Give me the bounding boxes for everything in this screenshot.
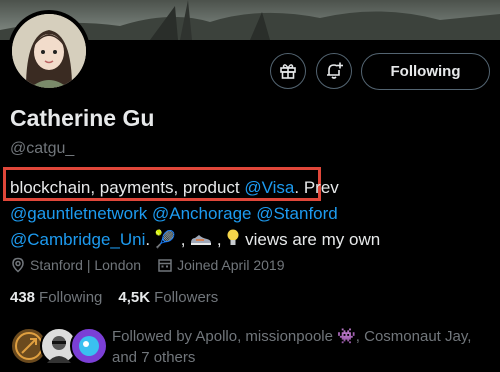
profile-meta: Stanford | London Joined April 2019 — [10, 257, 300, 273]
bio-text: . Prev — [294, 178, 339, 197]
display-name: Catherine Gu — [10, 105, 155, 131]
followers-label[interactable]: Followers — [154, 289, 218, 306]
bio-line-3: @Cambridge_Uni. 🎾 , , views are my own — [10, 227, 490, 253]
bio: blockchain, payments, product @Visa. Pre… — [10, 175, 490, 253]
follow-stats: 438 Following 4,5K Followers — [10, 289, 234, 306]
followed-by-text[interactable]: Followed by Apollo, missionpoole 👾, Cosm… — [112, 326, 492, 368]
location-text: Stanford | London — [30, 257, 142, 273]
gift-icon — [280, 64, 296, 79]
following-label[interactable]: Following — [39, 289, 102, 306]
bell-plus-icon — [327, 62, 343, 79]
mentions-prev[interactable]: @gauntletnetwork @Anchorage @Stanford — [10, 204, 338, 223]
mention-cambridge[interactable]: @Cambridge_Uni — [10, 230, 145, 249]
user-handle: @catgu_ — [10, 140, 75, 157]
followers-count[interactable]: 4,5K — [118, 289, 150, 306]
joined-text: Joined April 2019 — [177, 257, 285, 273]
lightbulb-emoji-icon — [227, 229, 239, 245]
follower-avatar — [70, 327, 108, 365]
bio-line-1: blockchain, payments, product @Visa. Pre… — [10, 175, 490, 201]
profile-avatar[interactable] — [8, 10, 90, 92]
notification-button[interactable] — [316, 53, 352, 89]
bio-text: . 🎾 , — [145, 230, 186, 249]
bio-text: blockchain, payments, product — [10, 178, 245, 197]
avatar-image — [12, 14, 86, 88]
bio-text: views are my own — [240, 230, 381, 249]
sneaker-emoji-icon — [191, 235, 212, 245]
following-count[interactable]: 438 — [10, 289, 35, 306]
bio-line-2: @gauntletnetwork @Anchorage @Stanford — [10, 201, 490, 227]
location: Stanford | London — [10, 257, 141, 273]
bio-text: , — [212, 230, 222, 249]
following-button[interactable]: Following — [361, 53, 490, 90]
join-date: Joined April 2019 — [157, 257, 284, 273]
location-pin-icon — [12, 257, 24, 273]
mention-visa[interactable]: @Visa — [244, 178, 294, 197]
calendar-icon — [158, 259, 172, 272]
gift-button[interactable] — [270, 53, 306, 89]
